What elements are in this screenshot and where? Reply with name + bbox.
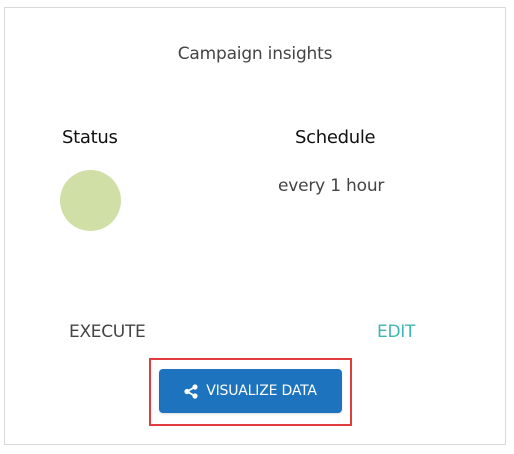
status-indicator xyxy=(60,170,121,231)
visualize-data-label: VISUALIZE DATA xyxy=(206,383,317,399)
schedule-value: every 1 hour xyxy=(278,176,385,196)
status-heading: Status xyxy=(62,127,118,148)
share-icon xyxy=(184,383,198,399)
schedule-heading: Schedule xyxy=(295,127,376,148)
card-title: Campaign insights xyxy=(177,44,333,64)
edit-button[interactable]: EDIT xyxy=(377,322,415,342)
execute-button[interactable]: EXECUTE xyxy=(69,322,146,342)
visualize-data-button[interactable]: VISUALIZE DATA xyxy=(159,369,342,413)
